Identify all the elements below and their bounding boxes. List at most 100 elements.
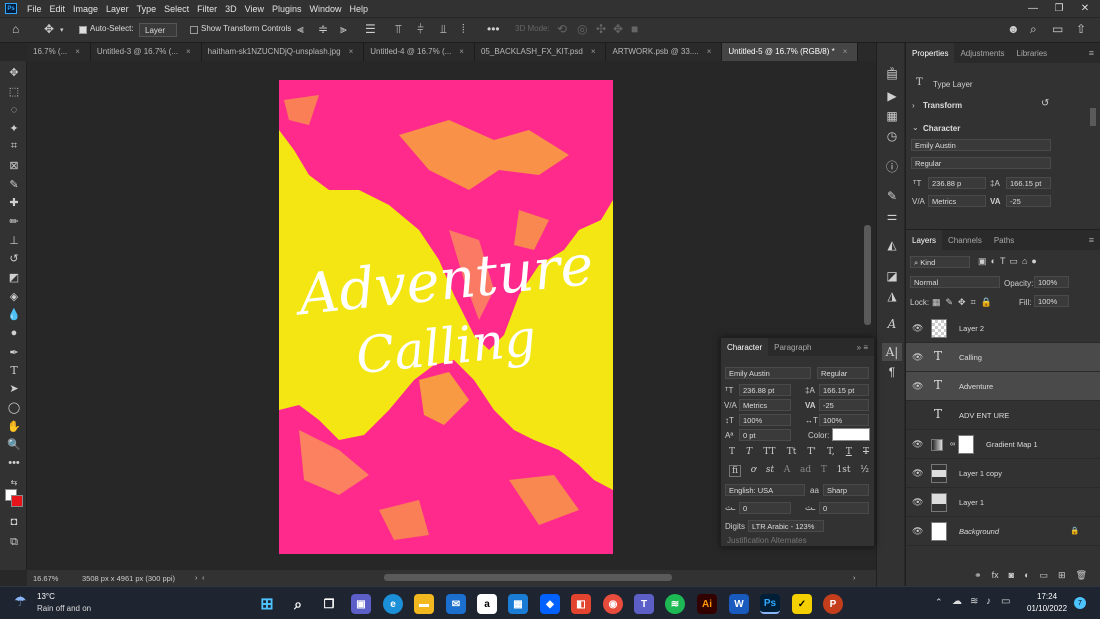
layer-row[interactable]: 👁 Layer 2: [906, 314, 1100, 343]
discretionary-ligatures-button[interactable]: ơ: [751, 465, 756, 477]
leading-field[interactable]: 166.15 pt: [1006, 177, 1051, 189]
menu-image[interactable]: Image: [69, 4, 102, 14]
stylistic-alternates-button[interactable]: A: [784, 465, 791, 477]
menu-help[interactable]: Help: [346, 4, 373, 14]
store-icon[interactable]: ▦: [508, 594, 528, 614]
font-size-field[interactable]: 236.88 p: [928, 177, 986, 189]
eye-icon[interactable]: 👁: [912, 439, 923, 450]
tab-layers[interactable]: Layers: [906, 230, 943, 250]
layer-row[interactable]: 👁 ∞ Gradient Map 1: [906, 430, 1100, 459]
tray-chevron-icon[interactable]: ⌃: [935, 597, 943, 608]
adjustment-layer-icon[interactable]: ◐: [1024, 570, 1029, 586]
layer-filter-select[interactable]: ⌕ Kind: [910, 256, 970, 268]
more-icon[interactable]: •••: [487, 22, 500, 36]
chevron-down-icon[interactable]: ▾: [60, 26, 64, 34]
quick-mask-icon[interactable]: ◘: [4, 513, 24, 531]
eye-icon[interactable]: 👁: [912, 468, 923, 479]
teams-chat-icon[interactable]: ▣: [351, 594, 371, 614]
path-selection-icon[interactable]: ➤: [4, 379, 24, 397]
antialias-select[interactable]: Sharp: [823, 484, 869, 496]
fractions-button[interactable]: ½: [860, 465, 869, 477]
clock-date[interactable]: 01/10/2022: [1027, 604, 1067, 613]
tab-paragraph[interactable]: Paragraph: [768, 338, 817, 356]
tab-libraries[interactable]: Libraries: [1011, 43, 1054, 63]
underline-button[interactable]: T: [846, 447, 852, 457]
titling-alternates-button[interactable]: ad: [800, 465, 811, 477]
adjustments-icon[interactable]: ⚌: [882, 207, 902, 225]
auto-select-dropdown[interactable]: Layer: [139, 23, 177, 37]
start-icon[interactable]: ⊞: [257, 594, 277, 614]
text-color-swatch[interactable]: [832, 428, 870, 441]
crop-tool-icon[interactable]: ⌗: [4, 137, 24, 155]
menu-filter[interactable]: Filter: [193, 4, 221, 14]
tasks-icon[interactable]: ✓: [792, 594, 812, 614]
styles-icon[interactable]: ◮: [882, 287, 902, 305]
eye-icon[interactable]: 👁: [912, 526, 923, 537]
kerning-field[interactable]: Metrics: [928, 195, 986, 207]
zoom-level[interactable]: 16.67%: [33, 574, 58, 583]
type-tool-icon[interactable]: T: [4, 361, 24, 379]
poster-artwork[interactable]: Adventure Calling: [279, 80, 613, 554]
office-icon[interactable]: ◧: [571, 594, 591, 614]
notification-badge[interactable]: 7: [1074, 597, 1086, 609]
search-icon[interactable]: ⌕: [288, 594, 308, 614]
close-icon[interactable]: ×: [75, 47, 80, 61]
scroll-left-icon[interactable]: ‹: [202, 573, 205, 582]
character-panel-icon[interactable]: A|: [882, 343, 902, 361]
share-icon[interactable]: ⇧: [1076, 22, 1086, 36]
battery-icon[interactable]: ▭: [1001, 596, 1010, 607]
marquee-tool-icon[interactable]: ⬚: [4, 82, 24, 100]
font-family-select[interactable]: Emily Austin: [725, 367, 811, 379]
swash-button[interactable]: st: [766, 465, 774, 477]
menu-window[interactable]: Window: [306, 4, 346, 14]
hand-tool-icon[interactable]: ✋: [4, 417, 24, 435]
eye-icon[interactable]: 👁: [912, 352, 923, 363]
transform-section[interactable]: Transform: [923, 101, 962, 110]
doc-tab-active[interactable]: Untitled-5 @ 16.7% (RGB/8) * ×: [722, 43, 859, 61]
move-tool-icon[interactable]: ✥: [4, 63, 24, 81]
font-style-select[interactable]: Regular: [817, 367, 869, 379]
history-icon[interactable]: ◷: [882, 127, 902, 145]
vertical-scrollbar[interactable]: [864, 225, 871, 325]
menu-select[interactable]: Select: [160, 4, 193, 14]
close-icon[interactable]: ×: [707, 47, 712, 61]
baseline-field[interactable]: 0 pt: [739, 429, 791, 441]
lasso-tool-icon[interactable]: ◌: [4, 101, 24, 119]
layer-row[interactable]: 👁 T Adventure: [906, 372, 1100, 401]
screen-mode-icon[interactable]: ⧉: [4, 533, 24, 551]
clock-time[interactable]: 17:24: [1037, 592, 1057, 601]
align-right-icon[interactable]: ⫸: [340, 22, 347, 37]
chrome-icon[interactable]: ◉: [603, 594, 623, 614]
task-view-icon[interactable]: ❐: [319, 594, 339, 614]
search-icon[interactable]: ⌕: [1030, 22, 1037, 37]
menu-type[interactable]: Type: [133, 4, 161, 14]
menu-view[interactable]: View: [241, 4, 268, 14]
close-icon[interactable]: ×: [349, 47, 354, 61]
align-center-icon[interactable]: ≑: [318, 22, 328, 36]
fx-icon[interactable]: fx: [992, 570, 999, 586]
dropbox-icon[interactable]: ◆: [540, 594, 560, 614]
play-icon[interactable]: ▶: [882, 87, 902, 105]
weather-icon[interactable]: ☂: [14, 593, 27, 610]
fill-field[interactable]: 100%: [1034, 295, 1069, 307]
libraries-icon[interactable]: ▤: [882, 65, 902, 83]
doc-tab[interactable]: 16.7% (... ×: [27, 43, 91, 61]
glyphs-icon[interactable]: ▦: [882, 107, 902, 125]
layer-row[interactable]: 👁 Layer 1: [906, 488, 1100, 517]
move-tool-icon[interactable]: ✥: [44, 22, 54, 36]
horizontal-scrollbar[interactable]: [384, 574, 672, 581]
add-mask-icon[interactable]: ◙: [1009, 570, 1014, 586]
distribute-icon[interactable]: ☰: [365, 22, 376, 36]
powerpoint-icon[interactable]: P: [823, 594, 843, 614]
onedrive-icon[interactable]: ☁: [952, 596, 962, 607]
menu-3d[interactable]: 3D: [221, 4, 241, 14]
chevron-down-icon[interactable]: ⌄: [912, 123, 919, 132]
horizontal-scale-field[interactable]: 100%: [819, 414, 869, 426]
doc-tab[interactable]: Untitled-3 @ 16.7% (... ×: [91, 43, 202, 61]
user-icon[interactable]: ☻: [1007, 22, 1020, 36]
frame-tool-icon[interactable]: ⊠: [4, 156, 24, 174]
paragraph-icon[interactable]: ¶: [882, 363, 902, 381]
ellipse-tool-icon[interactable]: ◯: [4, 398, 24, 416]
new-group-icon[interactable]: ▭: [1040, 570, 1049, 586]
align-top-icon[interactable]: ⫪: [395, 22, 402, 37]
